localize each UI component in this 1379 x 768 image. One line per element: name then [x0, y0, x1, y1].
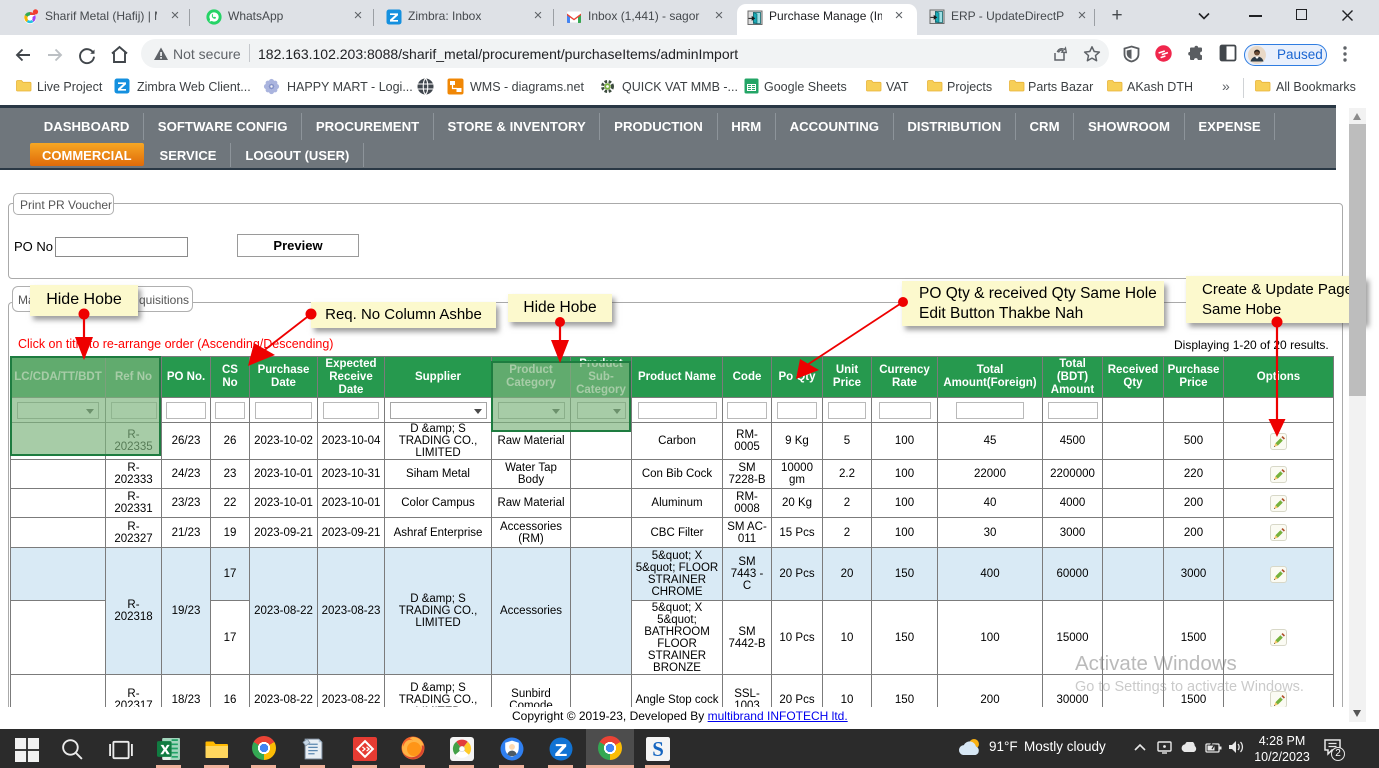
svg-text:S: S: [652, 737, 664, 761]
